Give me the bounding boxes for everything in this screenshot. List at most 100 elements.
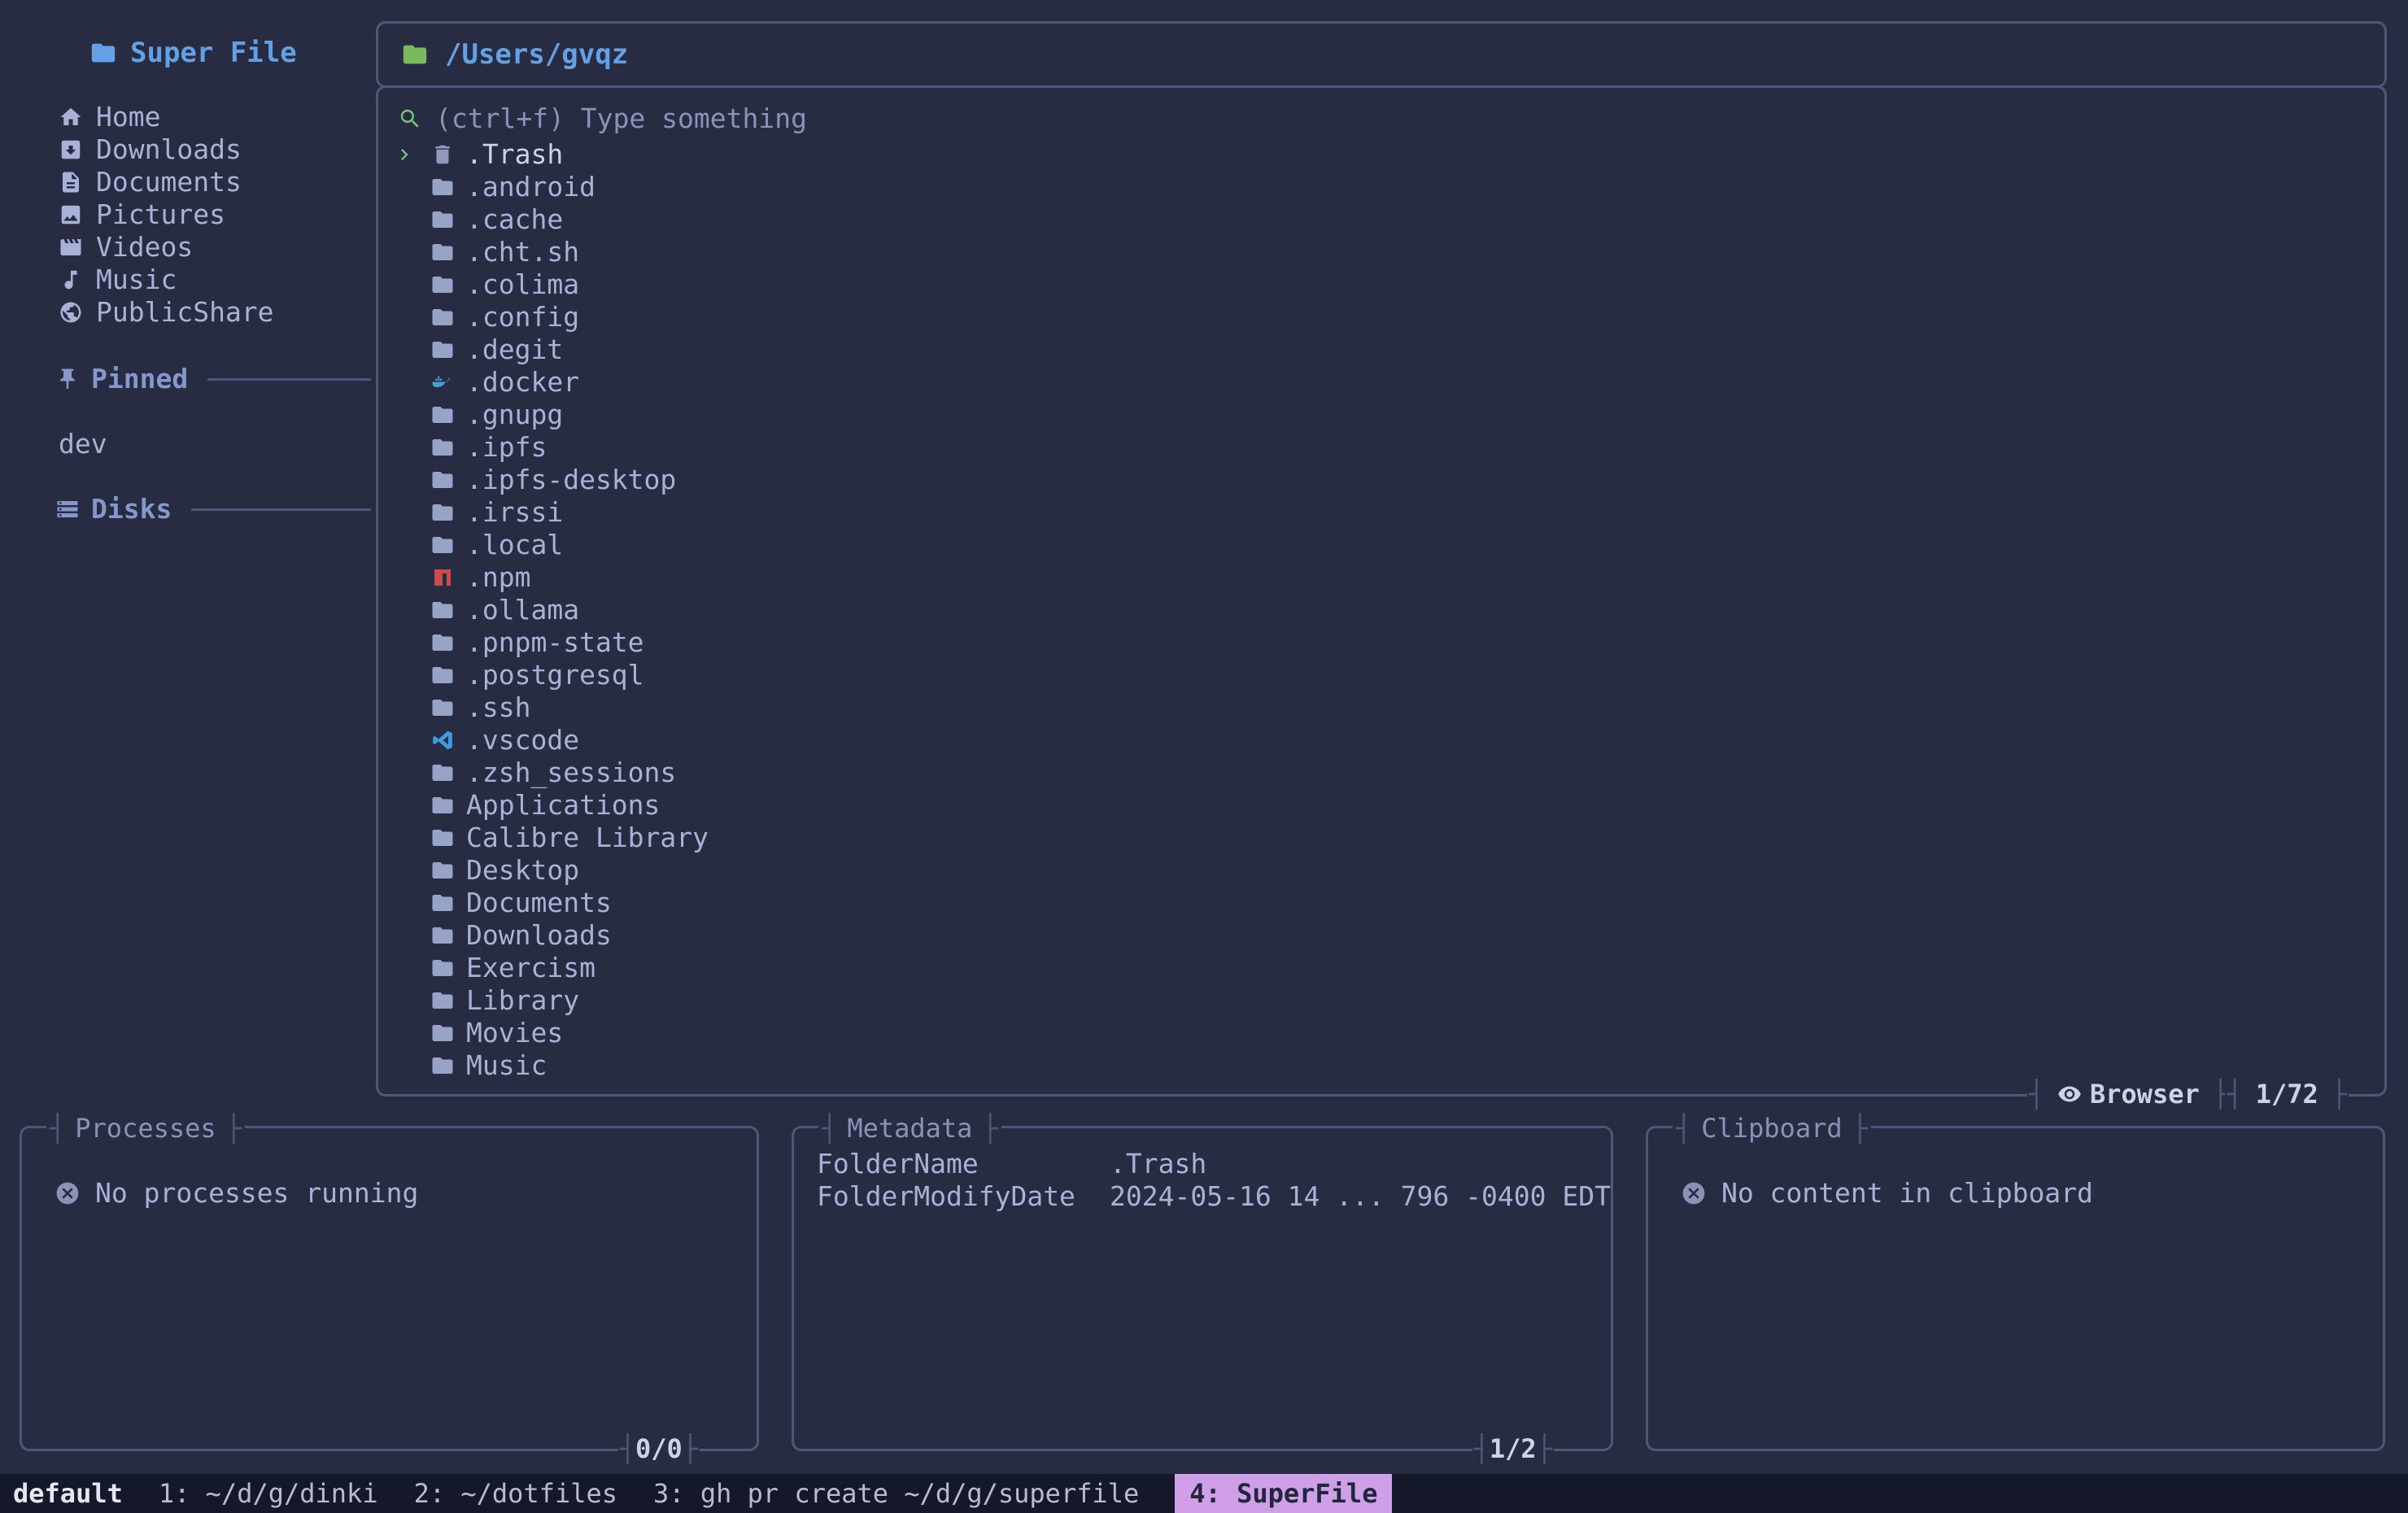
tmux-window[interactable]: 1: ~/d/g/dinki bbox=[159, 1474, 378, 1513]
sidebar-item[interactable]: Home bbox=[20, 101, 371, 133]
sidebar-item[interactable]: Music bbox=[20, 264, 371, 296]
file-icon bbox=[430, 1021, 455, 1045]
file-row[interactable]: .docker bbox=[393, 366, 2384, 399]
file-name: .android bbox=[466, 171, 595, 203]
tmux-window[interactable]: 4: SuperFile bbox=[1175, 1474, 1392, 1513]
folder-icon bbox=[89, 39, 117, 67]
file-row[interactable]: .Trash bbox=[393, 138, 2384, 171]
file-name: Calibre Library bbox=[466, 822, 709, 854]
file-row[interactable]: .android bbox=[393, 171, 2384, 203]
file-row[interactable]: .gnupg bbox=[393, 399, 2384, 431]
metadata-value: 2024-05-16 14 ... 796 -0400 EDT bbox=[1110, 1180, 1611, 1213]
metadata-key: FolderName bbox=[817, 1148, 1110, 1180]
sidebar-item-icon bbox=[59, 105, 83, 129]
file-row[interactable]: .npm bbox=[393, 561, 2384, 594]
file-row[interactable]: .ipfs-desktop bbox=[393, 464, 2384, 496]
file-name: .local bbox=[466, 529, 563, 561]
bottom-panels: Processes No processes running 0/0 Metad… bbox=[20, 1126, 2385, 1451]
file-icon bbox=[430, 761, 455, 785]
tmux-session-name[interactable]: default bbox=[13, 1474, 123, 1513]
file-row[interactable]: Movies bbox=[393, 1017, 2384, 1049]
file-name: Desktop bbox=[466, 854, 579, 887]
file-name: .ollama bbox=[466, 594, 579, 626]
metadata-value: .Trash bbox=[1110, 1148, 1206, 1180]
file-row[interactable]: .colima bbox=[393, 268, 2384, 301]
sidebar-item-icon bbox=[59, 137, 83, 162]
file-icon bbox=[430, 598, 455, 622]
file-row[interactable]: .irssi bbox=[393, 496, 2384, 529]
sidebar-item[interactable]: PublicShare bbox=[20, 296, 371, 329]
clipboard-empty-label: No content in clipboard bbox=[1721, 1177, 2093, 1210]
divider bbox=[207, 378, 371, 381]
file-row[interactable]: .local bbox=[393, 529, 2384, 561]
metadata-counter: 1/2 bbox=[1472, 1431, 1554, 1467]
file-icon bbox=[430, 956, 455, 980]
file-name: .colima bbox=[466, 268, 579, 301]
file-row[interactable]: .pnpm-state bbox=[393, 626, 2384, 659]
file-icon bbox=[430, 565, 455, 590]
sidebar-item-icon bbox=[59, 268, 83, 292]
file-row[interactable]: Desktop bbox=[393, 854, 2384, 887]
pinned-section-header: Pinned bbox=[20, 363, 371, 395]
file-name: .zsh_sessions bbox=[466, 756, 676, 789]
metadata-row: FolderName .Trash bbox=[817, 1148, 1611, 1180]
file-row[interactable]: Exercism bbox=[393, 952, 2384, 984]
file-row[interactable]: .config bbox=[393, 301, 2384, 334]
disk-icon bbox=[55, 497, 80, 521]
metadata-panel: Metadata FolderName .Trash FolderModifyD… bbox=[792, 1126, 1613, 1451]
cross-circle-icon bbox=[55, 1180, 81, 1206]
file-icon bbox=[430, 923, 455, 948]
main-file-panel: /Users/gvqz (ctrl+f) Type something .Tra… bbox=[376, 21, 2387, 1097]
file-row[interactable]: .degit bbox=[393, 334, 2384, 366]
file-row[interactable]: Downloads bbox=[393, 919, 2384, 952]
file-icon bbox=[430, 142, 455, 167]
search-icon bbox=[398, 107, 422, 131]
file-row[interactable]: .postgresql bbox=[393, 659, 2384, 691]
file-row[interactable]: Applications bbox=[393, 789, 2384, 822]
file-row[interactable]: .cache bbox=[393, 203, 2384, 236]
sidebar-item-icon bbox=[59, 300, 83, 325]
tmux-window[interactable]: 3: gh pr create ~/d/g/superfile bbox=[653, 1474, 1139, 1513]
sidebar-item-label: Videos bbox=[96, 231, 193, 264]
file-row[interactable]: .cht.sh bbox=[393, 236, 2384, 268]
sidebar-item[interactable]: Downloads bbox=[20, 133, 371, 166]
sidebar-item-icon bbox=[59, 170, 83, 194]
metadata-key: FolderModifyDate bbox=[817, 1180, 1110, 1213]
file-row[interactable]: .ipfs bbox=[393, 431, 2384, 464]
search-input[interactable]: (ctrl+f) Type something bbox=[398, 101, 2384, 137]
tmux-window[interactable]: 2: ~/dotfiles bbox=[414, 1474, 617, 1513]
file-name: .ssh bbox=[466, 691, 530, 724]
file-row[interactable]: .vscode bbox=[393, 724, 2384, 756]
file-row[interactable]: .ollama bbox=[393, 594, 2384, 626]
file-icon bbox=[430, 240, 455, 264]
pinned-list: dev bbox=[20, 428, 371, 460]
file-icon bbox=[430, 533, 455, 557]
app-title-label: Super File bbox=[130, 37, 297, 69]
file-icon bbox=[430, 500, 455, 525]
file-icon bbox=[430, 695, 455, 720]
file-icon bbox=[430, 468, 455, 492]
file-row[interactable]: Calibre Library bbox=[393, 822, 2384, 854]
file-icon bbox=[430, 988, 455, 1013]
sidebar-item[interactable]: Documents bbox=[20, 166, 371, 198]
file-icon bbox=[430, 435, 455, 460]
file-row[interactable]: Library bbox=[393, 984, 2384, 1017]
browser-mode-badge: Browser bbox=[2027, 1076, 2230, 1112]
file-name: .npm bbox=[466, 561, 530, 594]
file-row[interactable]: Documents bbox=[393, 887, 2384, 919]
sidebar-item[interactable]: Videos bbox=[20, 231, 371, 264]
file-name: .ipfs bbox=[466, 431, 547, 464]
pinned-item[interactable]: dev bbox=[20, 428, 371, 460]
file-name: .gnupg bbox=[466, 399, 563, 431]
processes-panel: Processes No processes running 0/0 bbox=[20, 1126, 759, 1451]
path-bar: /Users/gvqz bbox=[376, 21, 2387, 88]
file-icon bbox=[430, 663, 455, 687]
pinned-item-label: dev bbox=[59, 428, 107, 460]
file-row[interactable]: .zsh_sessions bbox=[393, 756, 2384, 789]
browser-mode-label: Browser bbox=[2090, 1078, 2200, 1110]
file-icon bbox=[430, 630, 455, 655]
file-row[interactable]: .ssh bbox=[393, 691, 2384, 724]
file-name: .config bbox=[466, 301, 579, 334]
sidebar-item[interactable]: Pictures bbox=[20, 198, 371, 231]
file-name: .Trash bbox=[466, 138, 563, 171]
